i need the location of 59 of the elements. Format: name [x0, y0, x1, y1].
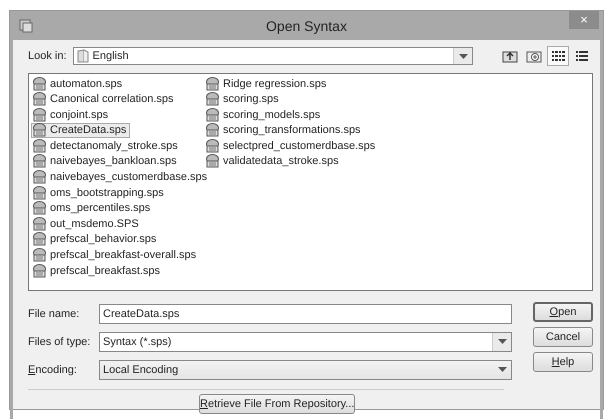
- app-icon: [18, 18, 34, 34]
- details-view-icon: [574, 48, 590, 64]
- script-file-icon: [205, 138, 220, 153]
- file-item[interactable]: prefscal_breakfast-overall.sps: [31, 248, 200, 263]
- script-file-icon: [32, 92, 47, 106]
- script-file-icon: [205, 92, 220, 106]
- file-item[interactable]: conjoint.sps: [31, 107, 112, 122]
- file-item[interactable]: oms_bootstrapping.sps: [31, 185, 168, 200]
- dropdown-arrow-icon: [498, 339, 506, 344]
- file-item[interactable]: detectanomaly_stroke.sps: [31, 138, 182, 154]
- file-item[interactable]: Ridge regression.sps: [204, 76, 330, 91]
- script-file-icon: [205, 76, 220, 90]
- script-file-icon: [32, 154, 47, 168]
- script-file-icon: [205, 154, 220, 168]
- file-item[interactable]: validatedata_stroke.sps: [204, 154, 343, 169]
- script-file-icon: [205, 108, 220, 122]
- script-file-icon: [32, 123, 47, 138]
- file-item[interactable]: CreateData.sps: [31, 122, 130, 138]
- file-name-field[interactable]: CreateData.sps: [99, 304, 512, 324]
- look-in-dropdown[interactable]: English: [72, 47, 473, 65]
- file-item[interactable]: scoring_models.sps: [204, 107, 324, 122]
- field-label: Files of type:: [28, 336, 92, 348]
- dialog-button[interactable]: Open: [533, 302, 593, 322]
- file-type-dropdown[interactable]: Syntax (*.sps): [99, 332, 512, 352]
- toolbar-button[interactable]: [547, 46, 569, 66]
- retrieve-button[interactable]: Retrieve File From Repository...: [199, 394, 356, 414]
- file-item[interactable]: automaton.sps: [31, 76, 126, 91]
- look-in-label: Look in:: [28, 50, 67, 62]
- file-item[interactable]: prefscal_behavior.sps: [31, 232, 160, 247]
- script-file-icon: [32, 201, 47, 216]
- field-label: File name:: [28, 308, 80, 320]
- file-item[interactable]: naivebayes_bankloan.sps: [31, 154, 181, 169]
- window-title: Open Syntax: [266, 18, 347, 34]
- file-item[interactable]: prefscal_breakfast.sps: [31, 263, 164, 278]
- script-file-icon: [32, 170, 47, 184]
- file-item[interactable]: Canonical correlation.sps: [31, 92, 178, 107]
- file-item[interactable]: out_msdemo.SPS: [31, 216, 143, 232]
- script-file-icon: [32, 248, 47, 262]
- list-view-icon: [550, 48, 566, 64]
- script-file-icon: [32, 264, 47, 278]
- field-label: Encoding:: [28, 364, 78, 376]
- file-item[interactable]: selectpred_customerdbase.sps: [204, 138, 380, 154]
- script-file-icon: [32, 108, 47, 122]
- script-file-icon: [32, 232, 47, 246]
- dropdown-arrow-icon: [498, 367, 506, 372]
- script-file-icon: [32, 138, 47, 153]
- script-file-icon: [32, 216, 47, 231]
- script-file-icon: [32, 186, 47, 200]
- dialog-button[interactable]: Help: [533, 352, 593, 372]
- script-file-icon: [205, 123, 220, 138]
- encoding-dropdown[interactable]: Local Encoding: [99, 360, 512, 380]
- file-item[interactable]: scoring_transformations.sps: [204, 122, 365, 138]
- script-file-icon: [32, 76, 47, 90]
- dropdown-arrow-icon: [458, 54, 468, 58]
- file-item[interactable]: naivebayes_customerdbase.sps: [31, 170, 212, 185]
- folder-icon: [76, 49, 89, 63]
- dialog-button[interactable]: Cancel: [533, 327, 593, 347]
- file-item[interactable]: oms_percentiles.sps: [31, 200, 154, 216]
- file-item[interactable]: scoring.sps: [204, 92, 283, 107]
